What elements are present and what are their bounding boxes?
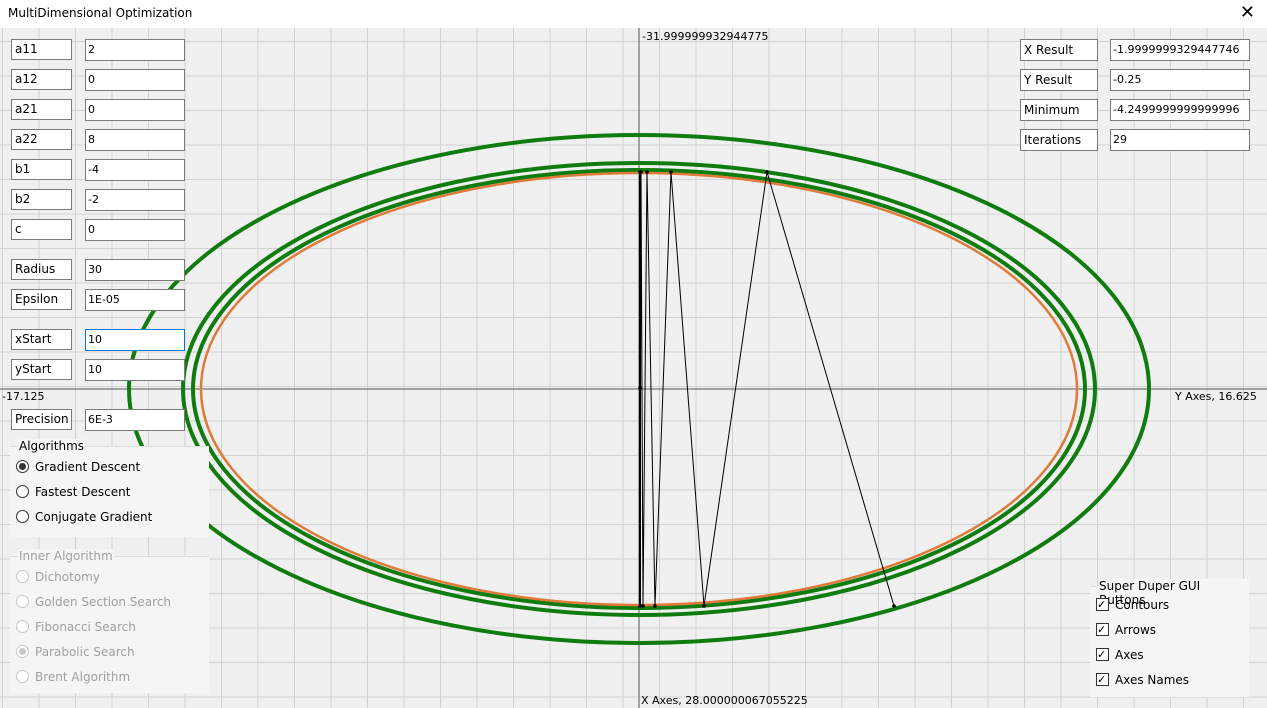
- radio-unchecked-icon: [16, 620, 29, 633]
- checkbox-checked-icon: [1096, 670, 1109, 690]
- radio-label: Golden Section Search: [35, 595, 172, 609]
- param-input-a12[interactable]: 0: [85, 69, 185, 91]
- param-input-c[interactable]: 0: [85, 219, 185, 241]
- param-input-epsilon[interactable]: 1E-05: [85, 289, 185, 311]
- checkbox-label: Arrows: [1115, 623, 1157, 637]
- checkbox-checked-icon: [1096, 620, 1109, 640]
- radio-label: Conjugate Gradient: [35, 510, 153, 524]
- algorithms-title: Algorithms: [18, 439, 86, 453]
- radio-checked-icon: [16, 460, 29, 473]
- result-value-y[interactable]: -0.25: [1110, 69, 1250, 91]
- algorithms-group: Algorithms Gradient Descent Fastest Desc…: [10, 439, 209, 537]
- radio-brent[interactable]: Brent Algorithm: [16, 667, 130, 687]
- param-label-ystart: yStart: [11, 359, 72, 380]
- radio-label: Fibonacci Search: [35, 620, 136, 634]
- radio-label: Dichotomy: [35, 570, 100, 584]
- param-label-a12: a12: [11, 69, 72, 90]
- param-input-b1[interactable]: -4: [85, 159, 185, 181]
- result-label-iterations: Iterations: [1020, 129, 1098, 151]
- radio-fibonacci[interactable]: Fibonacci Search: [16, 617, 136, 637]
- radio-label: Fastest Descent: [35, 485, 131, 499]
- param-label-a21: a21: [11, 99, 72, 120]
- param-label-precision: Precision: [11, 409, 72, 430]
- radio-fastest-descent[interactable]: Fastest Descent: [16, 482, 130, 502]
- checkbox-checked-icon: [1096, 645, 1109, 665]
- radio-unchecked-icon: [16, 485, 29, 498]
- param-label-b1: b1: [11, 159, 72, 180]
- axis-right-label: Y Axes, 16.625: [1175, 390, 1257, 403]
- title-bar: MultiDimensional Optimization ✕: [0, 0, 1267, 28]
- inner-algorithm-title: Inner Algorithm: [18, 549, 114, 563]
- result-label-minimum: Minimum: [1020, 99, 1098, 121]
- param-input-xstart[interactable]: 10: [85, 329, 185, 351]
- radio-unchecked-icon: [16, 510, 29, 523]
- checkbox-label: Contours: [1115, 598, 1170, 612]
- axis-bottom-label: X Axes, 28.000000067055225: [641, 694, 808, 707]
- radio-unchecked-icon: [16, 570, 29, 583]
- param-label-xstart: xStart: [11, 329, 72, 350]
- axis-top-label: -31.999999932944775: [642, 30, 769, 43]
- gui-buttons-group: Super Duper GUI Buttons Contours Arrows …: [1090, 579, 1249, 697]
- param-label-b2: b2: [11, 189, 72, 210]
- param-label-radius: Radius: [11, 259, 72, 280]
- radio-label: Parabolic Search: [35, 645, 135, 659]
- result-value-x[interactable]: -1.9999999329447746: [1110, 39, 1250, 61]
- result-value-iterations[interactable]: 29: [1110, 129, 1250, 151]
- radio-gradient-descent[interactable]: Gradient Descent: [16, 457, 140, 477]
- radio-parabolic[interactable]: Parabolic Search: [16, 642, 135, 662]
- radio-conjugate-gradient[interactable]: Conjugate Gradient: [16, 507, 152, 527]
- checkbox-axes[interactable]: Axes: [1096, 645, 1144, 665]
- result-label-x: X Result: [1020, 39, 1098, 61]
- radio-dichotomy[interactable]: Dichotomy: [16, 567, 100, 587]
- checkbox-arrows[interactable]: Arrows: [1096, 620, 1156, 640]
- axis-left-label: -17.125: [2, 390, 45, 403]
- radio-unchecked-icon: [16, 670, 29, 683]
- window-title: MultiDimensional Optimization: [8, 6, 193, 20]
- param-label-a22: a22: [11, 129, 72, 150]
- close-icon[interactable]: ✕: [1240, 3, 1255, 23]
- result-value-minimum[interactable]: -4.2499999999999996: [1110, 99, 1250, 121]
- param-label-a11: a11: [11, 39, 72, 60]
- radio-label: Brent Algorithm: [35, 670, 131, 684]
- radio-checked-icon: [16, 645, 29, 658]
- result-label-y: Y Result: [1020, 69, 1098, 91]
- checkbox-label: Axes: [1115, 648, 1144, 662]
- param-label-epsilon: Epsilon: [11, 289, 72, 310]
- param-input-a11[interactable]: 2: [85, 39, 185, 61]
- inner-algorithm-group: Inner Algorithm Dichotomy Golden Section…: [10, 549, 209, 693]
- radio-golden-section[interactable]: Golden Section Search: [16, 592, 171, 612]
- param-input-ystart[interactable]: 10: [85, 359, 185, 381]
- param-input-a21[interactable]: 0: [85, 99, 185, 121]
- param-input-precision[interactable]: 6E-3: [85, 409, 185, 431]
- param-input-radius[interactable]: 30: [85, 259, 185, 281]
- checkbox-checked-icon: [1096, 595, 1109, 615]
- param-label-c: c: [11, 219, 72, 240]
- checkbox-contours[interactable]: Contours: [1096, 595, 1169, 615]
- param-input-b2[interactable]: -2: [85, 189, 185, 211]
- radio-label: Gradient Descent: [35, 460, 141, 474]
- checkbox-axes-names[interactable]: Axes Names: [1096, 670, 1189, 690]
- radio-unchecked-icon: [16, 595, 29, 608]
- checkbox-label: Axes Names: [1115, 673, 1190, 687]
- param-input-a22[interactable]: 8: [85, 129, 185, 151]
